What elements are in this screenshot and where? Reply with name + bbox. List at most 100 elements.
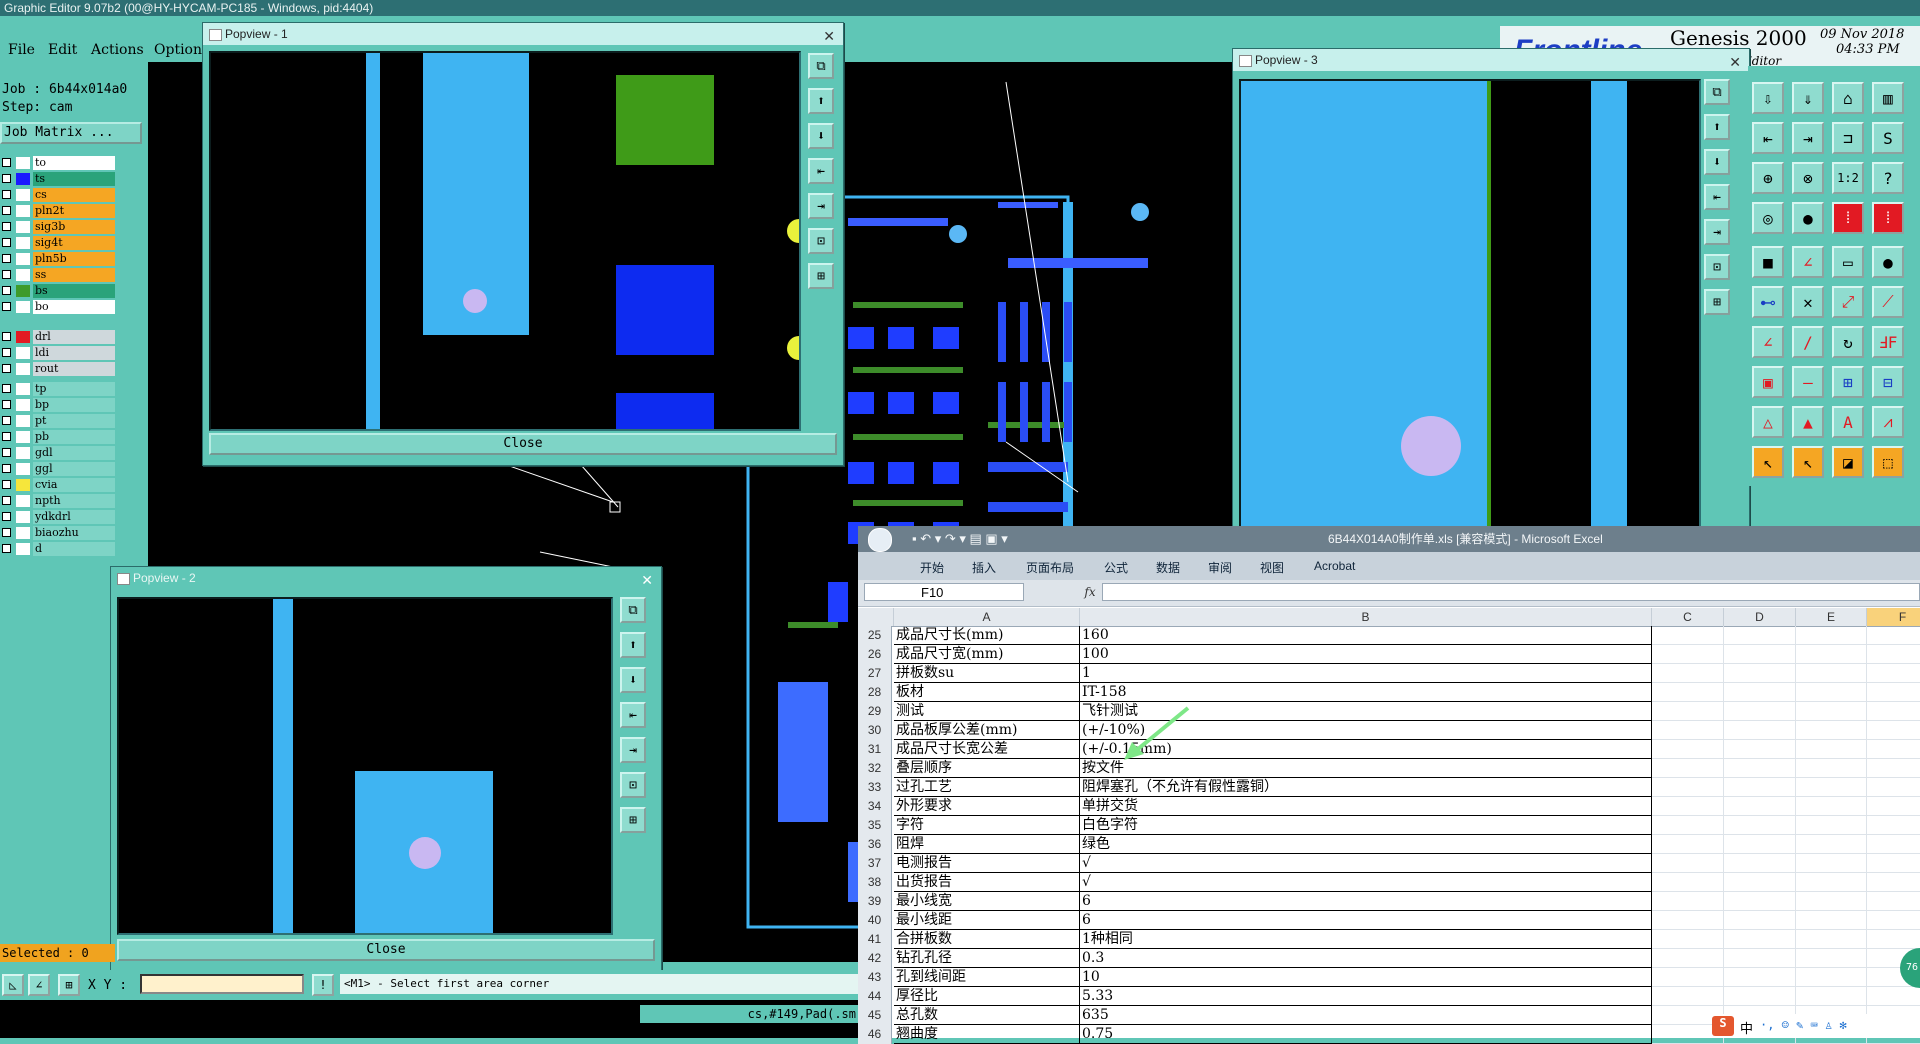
layer-checkbox[interactable] bbox=[2, 190, 11, 199]
layer-name[interactable]: d bbox=[33, 542, 115, 556]
cell-b[interactable]: 6 bbox=[1080, 911, 1652, 930]
empty-cells[interactable] bbox=[1652, 854, 1920, 873]
zoom-up-icon[interactable]: ⬆ bbox=[808, 88, 834, 114]
triangle-2-icon[interactable]: ▲ bbox=[1792, 406, 1824, 438]
layer-row[interactable]: pb bbox=[0, 430, 118, 444]
layer-row[interactable]: drl bbox=[0, 330, 118, 344]
row-number[interactable]: 27 bbox=[858, 664, 892, 683]
empty-cells[interactable] bbox=[1652, 873, 1920, 892]
col-header-c[interactable]: C bbox=[1652, 608, 1724, 626]
row-number[interactable]: 43 bbox=[858, 968, 892, 987]
layer-row[interactable]: pln5b bbox=[0, 252, 118, 266]
layer-name[interactable]: tp bbox=[33, 382, 115, 396]
cell-a[interactable]: 成品尺寸长(mm) bbox=[894, 626, 1080, 645]
fit-icon[interactable]: ⊡ bbox=[808, 228, 834, 254]
layer-checkbox[interactable] bbox=[2, 332, 11, 341]
zoom-down-icon[interactable]: ⬇ bbox=[808, 123, 834, 149]
layer-name[interactable]: to bbox=[33, 156, 115, 170]
cell-b[interactable]: 635 bbox=[1080, 1006, 1652, 1025]
cell-a[interactable]: 成品板厚公差(mm) bbox=[894, 721, 1080, 740]
close-icon[interactable]: ✕ bbox=[641, 569, 653, 591]
select-3-icon[interactable]: ◪ bbox=[1832, 446, 1864, 478]
layer-checkbox[interactable] bbox=[2, 480, 11, 489]
pan-right-icon[interactable]: ⇥ bbox=[808, 193, 834, 219]
empty-cells[interactable] bbox=[1652, 645, 1920, 664]
empty-cells[interactable] bbox=[1652, 683, 1920, 702]
zoom-fit-all-icon[interactable]: ⊞ bbox=[1704, 289, 1730, 315]
layer-row[interactable]: d bbox=[0, 542, 118, 556]
formula-input[interactable] bbox=[1102, 583, 1920, 601]
route-icon[interactable]: S bbox=[1872, 122, 1904, 154]
layer-name[interactable]: ss bbox=[33, 268, 115, 282]
cell-a[interactable]: 电测报告 bbox=[894, 854, 1080, 873]
cross-icon[interactable]: ✕ bbox=[1792, 286, 1824, 318]
cell-a[interactable]: 拼板数su bbox=[894, 664, 1080, 683]
layer-row[interactable]: bs bbox=[0, 284, 118, 298]
cell-b[interactable]: 160 bbox=[1080, 626, 1652, 645]
cell-a[interactable]: 成品尺寸长宽公差 bbox=[894, 740, 1080, 759]
office-button-icon[interactable] bbox=[868, 528, 892, 552]
row-number[interactable]: 35 bbox=[858, 816, 892, 835]
minus-icon[interactable]: — bbox=[1792, 366, 1824, 398]
center-icon[interactable]: ⊗ bbox=[1792, 162, 1824, 194]
layer-name[interactable]: pln5b bbox=[33, 252, 115, 266]
layer-checkbox[interactable] bbox=[2, 448, 11, 457]
popview-3-titlebar[interactable]: Popview - 3 ✕ bbox=[1233, 49, 1749, 71]
info-icon[interactable]: ! bbox=[312, 974, 334, 996]
layer-name[interactable]: sig3b bbox=[33, 220, 115, 234]
layer-checkbox[interactable] bbox=[2, 174, 11, 183]
layer-name[interactable]: cs bbox=[33, 188, 115, 202]
cell-a[interactable]: 翘曲度 bbox=[894, 1025, 1080, 1044]
empty-cells[interactable] bbox=[1652, 911, 1920, 930]
fx-icon[interactable]: fx bbox=[1080, 583, 1100, 601]
pan-left-icon[interactable]: ⇤ bbox=[1704, 184, 1730, 210]
popview-3-view[interactable] bbox=[1239, 79, 1701, 533]
layer-checkbox[interactable] bbox=[2, 254, 11, 263]
close-icon[interactable]: ✕ bbox=[1729, 51, 1741, 73]
row-number[interactable]: 32 bbox=[858, 759, 892, 778]
connect-icon[interactable]: ⊷ bbox=[1752, 286, 1784, 318]
menu-actions[interactable]: Actions bbox=[91, 42, 144, 58]
popview-1-view[interactable] bbox=[209, 51, 811, 433]
pad-icon[interactable]: ■ bbox=[1752, 246, 1784, 278]
layer-row[interactable]: tp bbox=[0, 382, 118, 396]
layer-name[interactable]: biaozhu bbox=[33, 526, 115, 540]
cell-a[interactable]: 成品尺寸宽(mm) bbox=[894, 645, 1080, 664]
cell-a[interactable]: 最小线宽 bbox=[894, 892, 1080, 911]
layer-checkbox[interactable] bbox=[2, 348, 11, 357]
pan-right-icon[interactable]: ⇥ bbox=[1704, 219, 1730, 245]
empty-cells[interactable] bbox=[1652, 721, 1920, 740]
zoom-down-icon[interactable]: ⬇ bbox=[1704, 149, 1730, 175]
popview-1-close-button[interactable]: Close bbox=[209, 433, 837, 455]
empty-cells[interactable] bbox=[1652, 759, 1920, 778]
popview-2-view[interactable] bbox=[117, 597, 613, 935]
layer-name[interactable]: pln2t bbox=[33, 204, 115, 218]
layer-row[interactable]: cs bbox=[0, 188, 118, 202]
ruler-icon[interactable]: ▭ bbox=[1832, 246, 1864, 278]
col-header-b[interactable]: B bbox=[1080, 608, 1652, 626]
menu-options[interactable]: Options bbox=[154, 42, 209, 58]
layer-checkbox[interactable] bbox=[2, 416, 11, 425]
layer-row[interactable]: sig3b bbox=[0, 220, 118, 234]
cell-a[interactable]: 字符 bbox=[894, 816, 1080, 835]
row-number[interactable]: 36 bbox=[858, 835, 892, 854]
layer-checkbox[interactable] bbox=[2, 364, 11, 373]
ime-icons[interactable]: ·, ☺ ✎ ⌨ ♙ ✻ bbox=[1760, 1018, 1847, 1032]
cell-b[interactable]: 100 bbox=[1080, 645, 1652, 664]
name-box[interactable]: F10 bbox=[864, 583, 1024, 601]
net-red-2-icon[interactable]: ⁞ bbox=[1872, 202, 1904, 234]
tab-data[interactable]: 数据 bbox=[1156, 559, 1180, 576]
save-icon[interactable]: ⇓ bbox=[1792, 82, 1824, 114]
cell-b[interactable]: √ bbox=[1080, 854, 1652, 873]
row-number[interactable]: 37 bbox=[858, 854, 892, 873]
cell-a[interactable]: 孔到线间距 bbox=[894, 968, 1080, 987]
layer-checkbox[interactable] bbox=[2, 432, 11, 441]
col-header-f[interactable]: F bbox=[1867, 608, 1920, 626]
sogou-icon[interactable]: S bbox=[1712, 1016, 1734, 1036]
layer-checkbox[interactable] bbox=[2, 464, 11, 473]
row-number[interactable]: 29 bbox=[858, 702, 892, 721]
cell-a[interactable]: 合拼板数 bbox=[894, 930, 1080, 949]
layer-checkbox[interactable] bbox=[2, 544, 11, 553]
empty-cells[interactable] bbox=[1652, 664, 1920, 683]
layer-name[interactable]: gdl bbox=[33, 446, 115, 460]
